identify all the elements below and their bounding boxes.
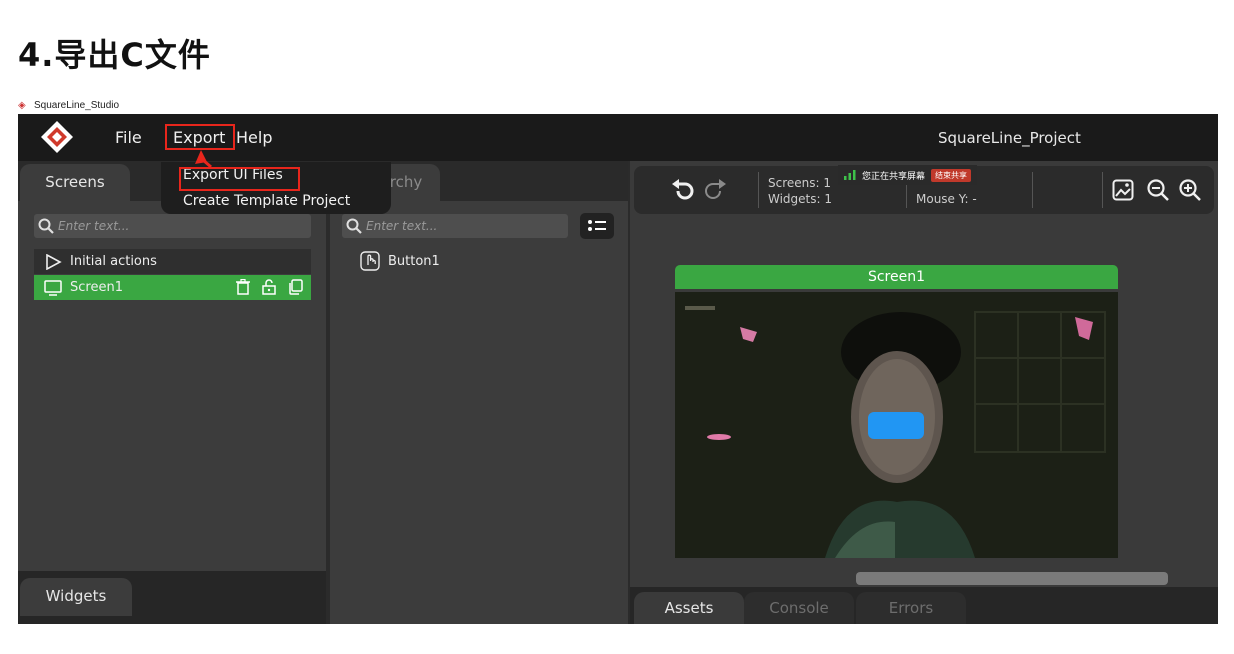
- widgets-count: Widgets: 1: [768, 192, 833, 206]
- hand-pointer-icon: [360, 251, 380, 271]
- hierarchy-search-input[interactable]: Enter text...: [342, 214, 568, 238]
- image-icon[interactable]: [1112, 179, 1134, 201]
- screen1-label: Screen1: [70, 280, 123, 295]
- window-titlebar: ◈ SquareLine_Studio: [18, 97, 119, 113]
- duplicate-icon[interactable]: [288, 279, 303, 295]
- canvas-horizontal-scrollbar[interactable]: [856, 572, 1168, 585]
- menu-item-create-template-project[interactable]: Create Template Project: [183, 193, 350, 209]
- trash-icon[interactable]: [236, 279, 250, 295]
- menu-file[interactable]: File: [115, 128, 142, 147]
- initial-actions-row[interactable]: Initial actions: [34, 249, 311, 274]
- list-view-button[interactable]: [580, 213, 614, 239]
- widgets-panel: Widgets: [18, 571, 326, 624]
- screen-canvas[interactable]: [675, 292, 1118, 558]
- tab-console[interactable]: Console: [744, 592, 854, 624]
- share-banner-text: 您正在共享屏幕: [862, 171, 926, 182]
- export-ui-files-highlight-box: [179, 167, 300, 191]
- tab-assets[interactable]: Assets: [634, 592, 744, 624]
- search-icon: [38, 218, 54, 234]
- arrow-pointer-icon: [195, 150, 212, 168]
- screen1-row[interactable]: Screen1: [34, 275, 311, 300]
- button1-widget[interactable]: [868, 412, 924, 439]
- project-title: SquareLine_Project: [938, 129, 1081, 147]
- export-highlight-box: [165, 124, 235, 150]
- button1-label: Button1: [388, 253, 440, 269]
- search-placeholder: Enter text...: [366, 219, 438, 233]
- screens-count: Screens: 1: [768, 176, 831, 190]
- menu-help[interactable]: Help: [236, 128, 272, 147]
- screen-preview: Screen1: [675, 265, 1118, 558]
- tab-widgets[interactable]: Widgets: [20, 578, 132, 616]
- unlock-icon[interactable]: [262, 279, 276, 295]
- search-placeholder: Enter text...: [58, 219, 130, 233]
- hierarchy-panel: Hierarchy Enter text... Button1: [330, 161, 628, 624]
- app-window: File Export Help SquareLine_Project Scre…: [18, 114, 1218, 624]
- initial-actions-label: Initial actions: [70, 254, 157, 269]
- zoom-out-icon[interactable]: [1146, 178, 1170, 202]
- zoom-in-icon[interactable]: [1178, 178, 1202, 202]
- tab-errors[interactable]: Errors: [856, 592, 966, 624]
- tab-screens[interactable]: Screens: [20, 164, 130, 202]
- canvas-panel: Screens: 1 Widgets: 1 Mouse Y: - 您正在共享屏幕…: [630, 161, 1218, 624]
- hierarchy-item-button1[interactable]: Button1: [360, 251, 440, 271]
- signal-icon: [844, 170, 856, 180]
- window-title: SquareLine_Studio: [34, 99, 120, 111]
- screen-title: Screen1: [675, 265, 1118, 289]
- squareline-logo-icon: [41, 121, 73, 153]
- app-logo-icon: ◈: [18, 99, 26, 111]
- redo-icon[interactable]: [702, 178, 728, 202]
- search-icon: [346, 218, 362, 234]
- bottom-tab-bar: Assets Console Errors: [630, 587, 1218, 624]
- monitor-icon: [44, 279, 62, 296]
- screens-panel: Screens Enter text... Initial actions Sc…: [18, 161, 326, 624]
- undo-icon[interactable]: [670, 178, 696, 202]
- page-heading: 4.导出C文件: [18, 36, 211, 74]
- mouse-y-readout: Mouse Y: -: [916, 192, 977, 206]
- screens-search-input[interactable]: Enter text...: [34, 214, 311, 238]
- stop-sharing-button[interactable]: 结束共享: [931, 168, 972, 182]
- play-icon: [46, 253, 62, 270]
- screen-share-banner: 您正在共享屏幕 结束共享: [838, 165, 978, 185]
- list-icon: [588, 220, 606, 231]
